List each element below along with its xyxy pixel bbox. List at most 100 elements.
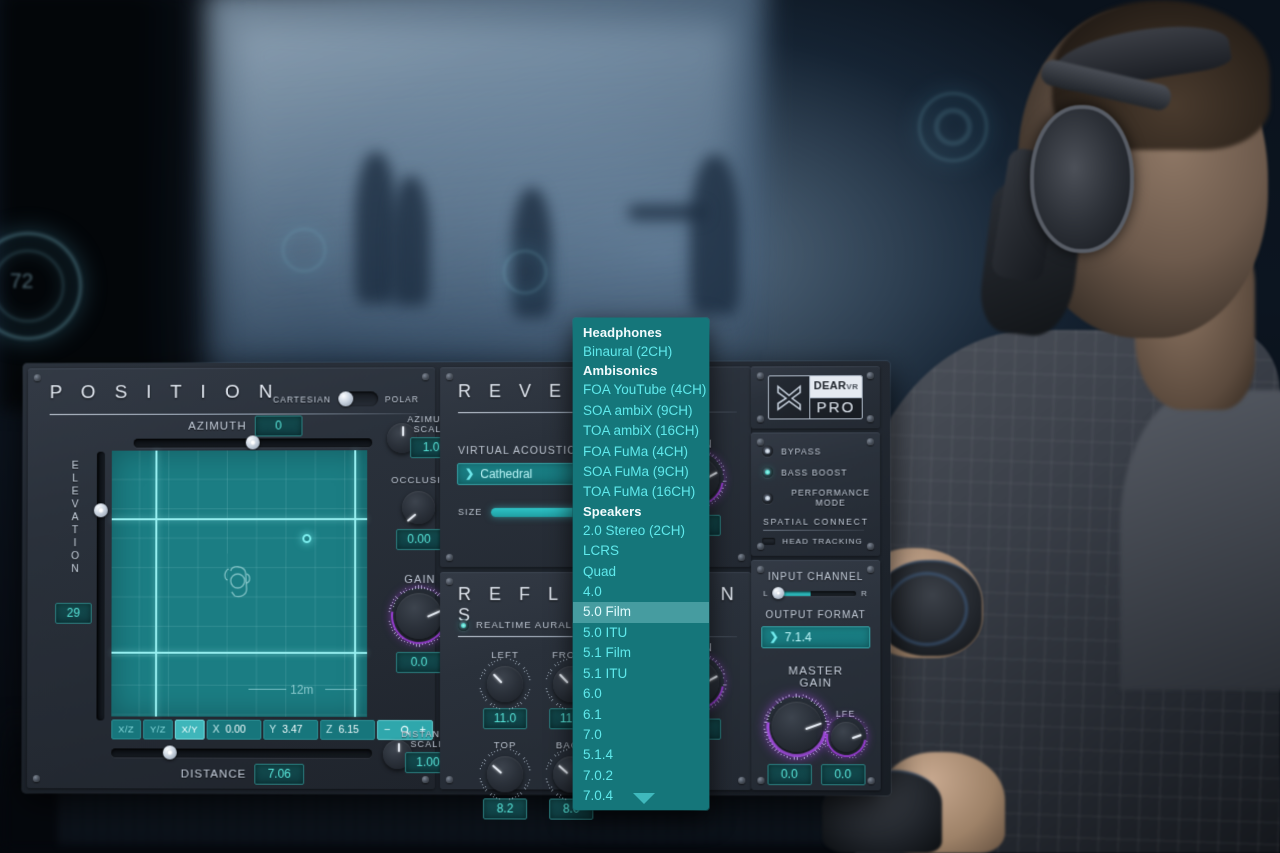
azimuth-slider-knob[interactable] [245, 435, 260, 450]
screw-icon [421, 776, 429, 784]
output-format-dropdown-list[interactable]: Headphones Binaural (2CH) Ambisonics FOA Yo… [573, 318, 709, 810]
reflections-top-knob[interactable] [478, 748, 532, 801]
dropdown-item[interactable]: FOA FuMa (4CH) [573, 442, 709, 462]
bass-boost-led[interactable] [762, 466, 774, 478]
person-shoulder [1120, 390, 1280, 690]
lfe-knob[interactable] [817, 708, 874, 766]
options-panel: BYPASS BASS BOOST PERFORMANCE MODE SPATI… [750, 432, 881, 556]
sound-source-dot[interactable] [302, 534, 312, 544]
dropdown-item[interactable]: FOA YouTube (4CH) [573, 380, 709, 400]
occlusion-value[interactable]: 0.00 [396, 529, 443, 551]
elevation-slider-knob[interactable] [93, 503, 108, 518]
pad-crosshair-vertical [154, 450, 158, 717]
reflections-left-value[interactable]: 11.0 [483, 708, 528, 730]
virtual-acoustics-value: Cathedral [480, 466, 533, 481]
position-gain-knob[interactable] [379, 576, 459, 656]
dropdown-item[interactable]: SOA ambiX (9CH) [573, 401, 709, 421]
input-channel-slider[interactable] [771, 587, 857, 600]
coordinate-y-value: 3.47 [282, 723, 303, 736]
dropdown-group-header: Speakers [583, 503, 642, 519]
dropdown-item[interactable]: 5.1.4 [573, 745, 709, 765]
dropdown-item[interactable]: 5.0 Film [573, 602, 709, 623]
dropdown-item[interactable]: Binaural (2CH) [573, 342, 709, 362]
background-dark-wall [0, 0, 225, 410]
dropdown-item[interactable]: LCRS [573, 541, 709, 561]
screw-icon [422, 373, 430, 381]
view-tab-bar: X/Z Y/Z X/Y [111, 719, 205, 740]
screw-icon [32, 775, 40, 783]
elevation-label: ELEVATION [69, 459, 82, 577]
view-tab-yz[interactable]: Y/Z [143, 719, 173, 740]
distance-label: DISTANCE [180, 768, 247, 781]
background-speaker-icon [934, 108, 972, 146]
occlusion-knob[interactable] [402, 491, 436, 525]
screw-icon [756, 415, 764, 423]
cartesian-polar-toggle[interactable] [338, 391, 378, 407]
dropdown-item[interactable]: 5.1 Film [573, 643, 709, 663]
screw-icon [756, 372, 764, 380]
dropdown-item[interactable]: 7.0.2 [573, 766, 709, 786]
dropdown-item[interactable]: 4.0 [573, 582, 709, 602]
dropdown-item[interactable]: SOA FuMa (9CH) [573, 462, 709, 482]
master-gain-value[interactable]: 0.0 [766, 763, 812, 786]
spatial-connect-label: SPATIAL CONNECT [763, 516, 869, 527]
zoom-out-button[interactable]: − [384, 720, 390, 740]
azimuth-value[interactable]: 0 [254, 415, 303, 437]
output-format-value: 7.1.4 [784, 629, 812, 644]
screw-icon [757, 565, 765, 573]
dropdown-item[interactable]: 7.0 [573, 725, 709, 745]
distance-slider-knob[interactable] [162, 745, 177, 760]
position-gain-value[interactable]: 0.0 [396, 651, 442, 674]
background-ring-icon [282, 228, 326, 272]
logo-vr-text: VR [846, 381, 859, 391]
logo-dear-text: DEAR [813, 380, 847, 393]
master-gain-label-line2: GAIN [799, 677, 833, 690]
azimuth-slider[interactable] [133, 435, 373, 450]
view-tab-xz[interactable]: X/Z [111, 719, 142, 740]
input-channel-knob[interactable] [771, 587, 784, 600]
output-format-dropdown[interactable]: ❯ 7.1.4 [761, 626, 871, 649]
screw-icon [867, 542, 875, 550]
realtime-auralisation-led[interactable] [457, 620, 469, 632]
coordinate-z[interactable]: Z 6.15 [320, 719, 376, 740]
distance-value[interactable]: 7.06 [254, 763, 305, 785]
head-tracking-switch[interactable] [762, 537, 776, 545]
position-pad[interactable]: 12m [111, 450, 368, 717]
elevation-slider[interactable] [93, 451, 108, 721]
chevron-right-icon: ❯ [769, 630, 779, 643]
dropdown-item[interactable]: 6.0 [573, 684, 709, 704]
screw-icon [867, 777, 875, 785]
dropdown-item[interactable]: TOA FuMa (16CH) [573, 482, 709, 502]
dearvr-pro-logo: DEAR VR PRO [767, 375, 863, 420]
head-tracking-label: HEAD TRACKING [782, 536, 863, 546]
output-format-label: OUTPUT FORMAT [765, 610, 866, 622]
dropdown-item[interactable]: 7.1.2 [573, 807, 709, 810]
input-left-label: L [763, 589, 769, 599]
performance-mode-led[interactable] [762, 492, 774, 504]
lfe-value[interactable]: 0.0 [820, 764, 866, 786]
view-tab-xy[interactable]: X/Y [174, 719, 205, 740]
dropdown-item[interactable]: TOA ambiX (16CH) [573, 421, 709, 441]
reflections-left-knob[interactable] [478, 658, 532, 711]
virtual-acoustics-label: VIRTUAL ACOUSTICS [458, 444, 585, 458]
screw-icon [738, 776, 746, 785]
dropdown-item[interactable]: 5.0 ITU [573, 623, 709, 643]
screw-icon [737, 553, 746, 561]
screw-icon [446, 373, 454, 381]
bypass-led[interactable] [761, 445, 774, 457]
bass-boost-label: BASS BOOST [781, 467, 848, 478]
dropdown-item[interactable]: 5.1 ITU [573, 664, 709, 684]
master-gain-knob[interactable] [753, 684, 839, 769]
coordinate-x[interactable]: X 0.00 [206, 719, 262, 740]
dropdown-item[interactable]: 6.1 [573, 705, 709, 725]
dropdown-item[interactable]: Quad [573, 562, 709, 582]
dropdown-item[interactable]: 2.0 Stereo (2CH) [573, 521, 709, 541]
reflections-top-value[interactable]: 8.2 [482, 798, 528, 820]
background-silhouette [690, 155, 740, 315]
scroll-down-arrow-icon[interactable] [633, 793, 655, 804]
elevation-value[interactable]: 29 [55, 602, 92, 624]
distance-slider[interactable] [111, 745, 372, 760]
input-right-label: R [861, 589, 869, 599]
background-silhouette [355, 152, 397, 304]
coordinate-y[interactable]: Y 3.47 [263, 719, 319, 740]
